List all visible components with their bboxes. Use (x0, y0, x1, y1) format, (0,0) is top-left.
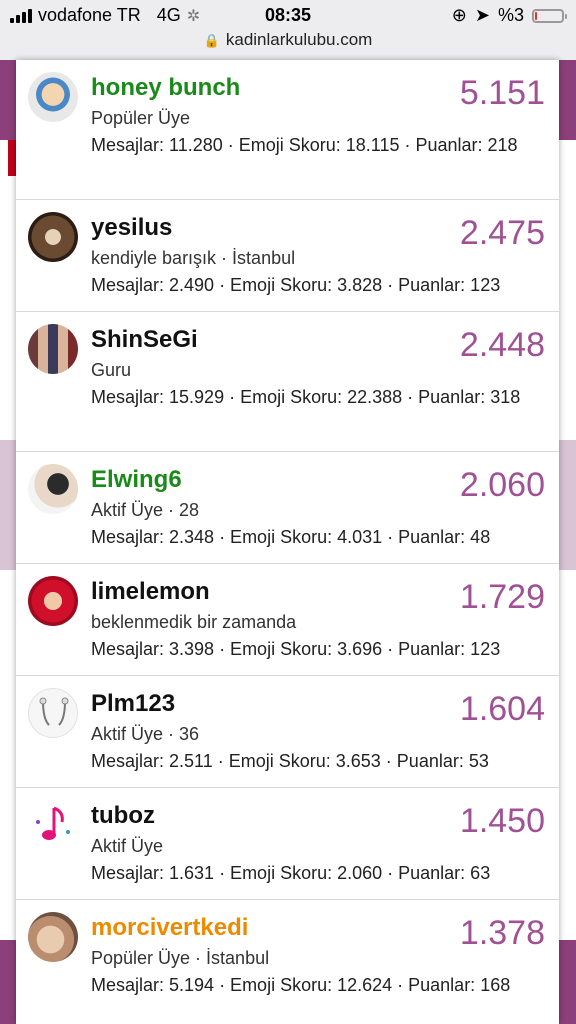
battery-icon (532, 8, 567, 23)
list-item[interactable]: morcivertkedi 1.378 Popüler Üye · İstanb… (16, 900, 559, 1024)
user-stats: Mesajlar: 1.631 · Emoji Skoru: 2.060 · P… (91, 863, 491, 883)
user-title: Aktif Üye · 28 (91, 500, 200, 520)
username[interactable]: ShinSeGi (91, 326, 198, 354)
user-score: 1.604 (459, 690, 545, 728)
battery-percent: %3 (497, 5, 524, 25)
user-stats: Mesajlar: 2.490 · Emoji Skoru: 3.828 · P… (91, 275, 501, 295)
user-title: Popüler Üye (91, 108, 191, 128)
user-title: Popüler Üye · İstanbul (91, 948, 270, 968)
status-right: ⊕ ➤ %3 (451, 5, 567, 26)
user-title: Aktif Üye · 36 (91, 724, 200, 744)
user-score: 2.448 (459, 326, 545, 364)
avatar[interactable] (28, 688, 78, 738)
user-stats: Mesajlar: 2.348 · Emoji Skoru: 4.031 · P… (91, 527, 491, 547)
user-score: 1.378 (459, 914, 545, 952)
username[interactable]: tuboz (91, 802, 155, 830)
avatar[interactable] (28, 72, 78, 122)
members-popup: honey bunch 5.151 Popüler Üye Mesajlar: … (16, 60, 559, 1024)
list-item[interactable]: ShinSeGi 2.448 Guru Mesajlar: 15.929 · E… (16, 312, 559, 452)
rotation-lock-icon: ⊕ (451, 5, 467, 25)
address-bar[interactable]: 🔒 kadinlarkulubu.com (0, 30, 576, 60)
username[interactable]: Elwing6 (91, 466, 182, 494)
user-score: 5.151 (459, 74, 545, 112)
user-score: 1.450 (459, 802, 545, 840)
avatar[interactable] (28, 800, 78, 850)
username[interactable]: morcivertkedi (91, 914, 248, 942)
user-stats: Mesajlar: 11.280 · Emoji Skoru: 18.115 ·… (91, 135, 518, 155)
url-text: kadinlarkulubu.com (225, 30, 373, 49)
avatar[interactable] (28, 464, 78, 514)
earphones-icon (39, 697, 69, 726)
user-title: Guru (91, 360, 132, 380)
user-title: kendiyle barışık · İstanbul (91, 248, 296, 268)
username[interactable]: yesilus (91, 214, 172, 242)
avatar[interactable] (28, 576, 78, 626)
location-icon: ➤ (474, 5, 490, 25)
user-score: 2.060 (459, 466, 545, 504)
user-stats: Mesajlar: 3.398 · Emoji Skoru: 3.696 · P… (91, 639, 501, 659)
avatar[interactable] (28, 212, 78, 262)
avatar[interactable] (28, 324, 78, 374)
lock-icon: 🔒 (203, 33, 220, 48)
status-bar: vodafone TR 4G ✲ 08:35 ⊕ ➤ %3 (0, 0, 576, 30)
music-note-icon (36, 806, 70, 840)
user-score: 2.475 (459, 214, 545, 252)
user-stats: Mesajlar: 5.194 · Emoji Skoru: 12.624 · … (91, 975, 511, 995)
username[interactable]: limelemon (91, 578, 210, 606)
username[interactable]: Plm123 (91, 690, 175, 718)
list-item[interactable]: honey bunch 5.151 Popüler Üye Mesajlar: … (16, 60, 559, 200)
user-score: 1.729 (459, 578, 545, 616)
list-item[interactable]: yesilus 2.475 kendiyle barışık · İstanbu… (16, 200, 559, 312)
avatar[interactable] (28, 912, 78, 962)
list-item[interactable]: tuboz 1.450 Aktif Üye Mesajlar: 1.631 · … (16, 788, 559, 900)
list-item[interactable]: Plm123 1.604 Aktif Üye · 36 Mesajlar: 2.… (16, 676, 559, 788)
list-item[interactable]: limelemon 1.729 beklenmedik bir zamanda … (16, 564, 559, 676)
user-stats: Mesajlar: 2.511 · Emoji Skoru: 3.653 · P… (91, 751, 489, 771)
user-stats: Mesajlar: 15.929 · Emoji Skoru: 22.388 ·… (91, 387, 521, 407)
user-title: Aktif Üye (91, 836, 164, 856)
username[interactable]: honey bunch (91, 74, 240, 102)
list-item[interactable]: Elwing6 2.060 Aktif Üye · 28 Mesajlar: 2… (16, 452, 559, 564)
user-title: beklenmedik bir zamanda (91, 612, 297, 632)
